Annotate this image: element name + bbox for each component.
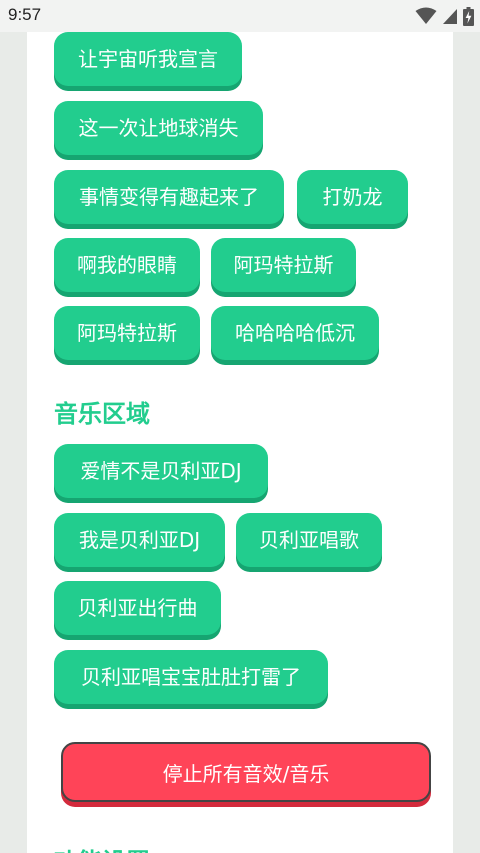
sound-button-earth-vanish[interactable]: 这一次让地球消失 [54, 101, 263, 155]
sound-button-low-laugh[interactable]: 哈哈哈哈低沉 [211, 306, 379, 360]
sound-button-label: 打奶龙 [322, 185, 383, 209]
music-button-label: 我是贝利亚DJ [78, 528, 201, 552]
sound-button-getting-interesting[interactable]: 事情变得有趣起来了 [54, 170, 284, 224]
music-section-title: 音乐区域 [54, 400, 150, 428]
sound-button-label: 事情变得有趣起来了 [79, 185, 259, 209]
settings-section-title: 功能设置 [54, 842, 150, 853]
music-button-label: 贝利亚唱歌 [259, 528, 359, 552]
content-card: 让宇宙听我宣言 这一次让地球消失 事情变得有趣起来了 打奶龙 啊我的眼睛 阿玛特… [27, 32, 453, 853]
wifi-icon [415, 7, 437, 24]
sound-button-universe-declaration[interactable]: 让宇宙听我宣言 [54, 32, 242, 86]
sound-button-label: 让宇宙听我宣言 [78, 47, 218, 71]
sound-button-amaterasu-1[interactable]: 阿玛特拉斯 [211, 238, 356, 292]
music-button-label: 贝利亚唱宝宝肚肚打雷了 [81, 665, 301, 689]
music-button-label: 贝利亚出行曲 [77, 596, 198, 620]
music-button-belial-march[interactable]: 贝利亚出行曲 [54, 581, 221, 635]
stop-all-label: 停止所有音效/音乐 [162, 762, 330, 786]
music-button-belial-thunder-tummy[interactable]: 贝利亚唱宝宝肚肚打雷了 [54, 650, 328, 704]
sound-button-hit-nailong[interactable]: 打奶龙 [297, 170, 408, 224]
status-time: 9:57 [8, 5, 42, 24]
sound-button-label: 阿玛特拉斯 [233, 253, 334, 277]
sound-button-label: 这一次让地球消失 [78, 116, 239, 140]
music-button-love-not-belial-dj[interactable]: 爱情不是贝利亚DJ [54, 444, 268, 498]
music-button-label: 爱情不是贝利亚DJ [80, 459, 242, 483]
status-bar: 9:57 [0, 0, 480, 32]
stop-all-button[interactable]: 停止所有音效/音乐 [61, 742, 431, 802]
music-button-i-am-belial-dj[interactable]: 我是贝利亚DJ [54, 513, 225, 567]
music-button-belial-sings[interactable]: 贝利亚唱歌 [236, 513, 382, 567]
sound-button-my-eyes[interactable]: 啊我的眼睛 [54, 238, 200, 292]
sound-button-label: 啊我的眼睛 [77, 253, 177, 277]
cell-signal-icon [443, 9, 457, 24]
sound-button-label: 阿玛特拉斯 [77, 321, 177, 345]
sound-button-label: 哈哈哈哈低沉 [235, 321, 355, 345]
sound-button-amaterasu-2[interactable]: 阿玛特拉斯 [54, 306, 200, 360]
battery-charging-icon [463, 6, 474, 26]
status-icons [415, 6, 474, 26]
